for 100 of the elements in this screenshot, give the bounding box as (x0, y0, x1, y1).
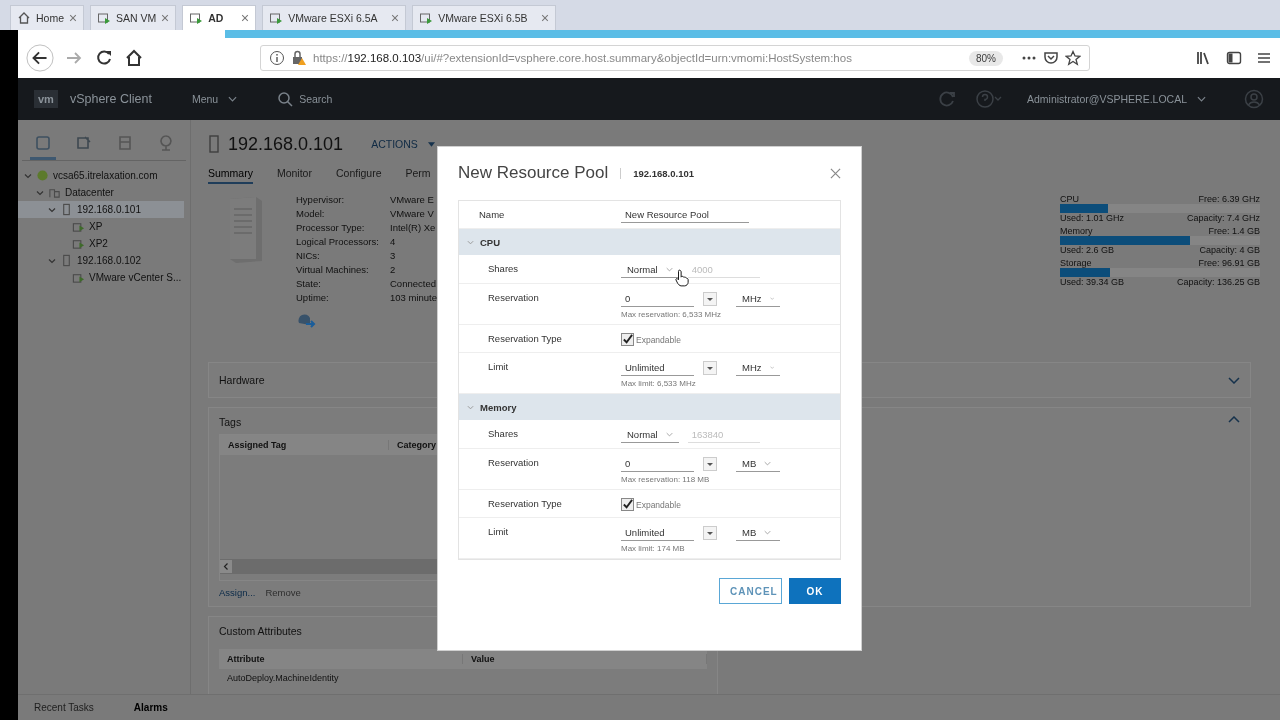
property-label: Virtual Machines: (296, 264, 370, 275)
back-icon[interactable] (26, 44, 54, 72)
section-header[interactable]: Memory (459, 394, 840, 420)
arrow-left-icon[interactable] (220, 560, 232, 573)
caret-icon[interactable] (48, 256, 56, 265)
field-label: Limit (487, 360, 510, 374)
meter-free: Free: 96.91 GB (1198, 258, 1260, 268)
user-menu[interactable]: Administrator@VSPHERE.LOCAL (1020, 92, 1193, 106)
chevron-down-icon[interactable] (1197, 96, 1206, 102)
field-label: Shares (487, 427, 520, 441)
browser-tab[interactable]: Home (10, 5, 84, 30)
chevron-down-icon (769, 295, 774, 301)
tree-item[interactable]: vcsa65.itrelaxation.com (18, 167, 184, 184)
chevron-icon[interactable] (1228, 376, 1240, 384)
meter-name: CPU (1060, 194, 1079, 204)
chevron-down-icon (764, 529, 772, 535)
caret-icon[interactable] (36, 188, 44, 197)
bottom-tab[interactable]: Recent Tasks (28, 701, 100, 714)
refresh-icon[interactable] (936, 89, 957, 109)
property-value: 2 (390, 264, 397, 275)
field-label: Name (478, 208, 506, 222)
meter-capacity: Capacity: 4 GB (1199, 245, 1260, 255)
close-icon[interactable] (830, 167, 841, 179)
dropdown-button[interactable] (703, 360, 717, 375)
reload-icon[interactable] (94, 48, 114, 68)
checkbox-label[interactable]: Expandable (636, 334, 681, 345)
library-icon[interactable] (1196, 50, 1212, 66)
browser-tab[interactable]: VMware ESXi 6.5B (412, 5, 557, 30)
help-icon[interactable] (974, 89, 1003, 109)
cancel-button[interactable]: CANCEL (719, 578, 782, 604)
bottom-tab[interactable]: Alarms (127, 701, 174, 714)
dropdown-button[interactable] (703, 456, 717, 471)
lock-warning-icon[interactable] (291, 50, 307, 66)
caret-icon[interactable] (427, 141, 435, 147)
vm-icon (72, 220, 85, 233)
meter-name: Storage (1060, 258, 1092, 268)
menu-button[interactable]: Menu (185, 92, 225, 106)
caret-icon[interactable] (48, 205, 56, 214)
close-icon[interactable] (541, 14, 550, 22)
browser-tab[interactable]: VMware ESXi 6.5A (262, 5, 407, 30)
checkbox[interactable] (621, 333, 634, 346)
property-value: VMware E (390, 194, 435, 205)
info-icon[interactable] (269, 50, 285, 66)
column-header[interactable]: Attribute (219, 654, 463, 664)
tree-item[interactable]: VMware vCenter S... (18, 269, 184, 286)
dialog-subtitle: 192.168.0.101 (620, 167, 694, 179)
vm-icon (419, 11, 434, 25)
sidebar-icon[interactable] (1226, 50, 1242, 66)
zoom-level[interactable]: 80% (969, 50, 1003, 66)
dropdown-button[interactable] (703, 525, 717, 540)
tree-item[interactable]: Datacenter (18, 184, 184, 201)
dropdown-button[interactable] (703, 291, 717, 306)
tree-item[interactable]: 192.168.0.101 (18, 201, 184, 218)
column-header[interactable]: Value (463, 654, 707, 664)
chevron-down-icon[interactable] (228, 96, 238, 102)
user-icon[interactable] (1244, 89, 1264, 109)
field-label: Limit (487, 525, 510, 539)
content-tab[interactable]: Monitor (276, 167, 312, 184)
content-tab[interactable]: Configure (335, 167, 382, 184)
link[interactable]: Assign... (219, 587, 256, 598)
home-icon[interactable] (124, 48, 144, 68)
migrate-icon[interactable] (296, 311, 316, 329)
property-label: Hypervisor: (296, 194, 346, 205)
close-icon[interactable] (161, 14, 170, 22)
address-bar[interactable]: https://192.168.0.103/ui/#?extensionId=vsphere.core.host.summary&objectId=urn:vmomi:HostSystem:hos 80% (260, 45, 1090, 71)
home-icon (17, 11, 31, 25)
property-value: VMware V (390, 208, 435, 219)
close-icon[interactable] (69, 14, 77, 22)
search-field[interactable]: Search (297, 92, 422, 106)
vm-icon (72, 271, 85, 284)
panel-title: Hardware (219, 374, 265, 386)
section-header[interactable]: CPU (459, 229, 840, 255)
property-label: Logical Processors: (296, 236, 380, 247)
tree-item[interactable]: 192.168.0.102 (18, 252, 184, 269)
tree-item[interactable]: XP2 (18, 235, 184, 252)
hint-text: Max limit: 174 MB (621, 544, 686, 553)
close-icon[interactable] (241, 14, 250, 22)
menu-icon[interactable] (1256, 50, 1272, 66)
property-value: Connected (390, 278, 437, 289)
column-header[interactable]: Assigned Tag (220, 440, 389, 450)
checkbox-label[interactable]: Expandable (636, 499, 681, 510)
close-icon[interactable] (391, 14, 400, 22)
chevron-icon[interactable] (1228, 416, 1240, 423)
content-tab[interactable]: Summary (208, 167, 253, 184)
content-tab[interactable]: Perm (405, 167, 431, 184)
caret-icon[interactable] (24, 171, 32, 180)
checkbox[interactable] (621, 498, 634, 511)
table-cell: AutoDeploy.MachineIdentity (227, 673, 339, 683)
pocket-icon[interactable] (1043, 50, 1059, 66)
ok-button[interactable]: OK (789, 578, 841, 604)
browser-tab[interactable]: AD (182, 5, 257, 30)
meter-capacity: Capacity: 136.25 GB (1176, 277, 1260, 287)
field-label: Reservation Type (487, 332, 563, 346)
tree-item[interactable]: XP (18, 218, 184, 235)
actions-menu[interactable]: ACTIONS (365, 137, 424, 151)
vm-icon (97, 11, 111, 25)
browser-tab[interactable]: SAN VM (90, 5, 177, 30)
search-icon (277, 91, 294, 107)
star-icon[interactable] (1065, 50, 1081, 66)
panel-title: Tags (219, 416, 242, 428)
